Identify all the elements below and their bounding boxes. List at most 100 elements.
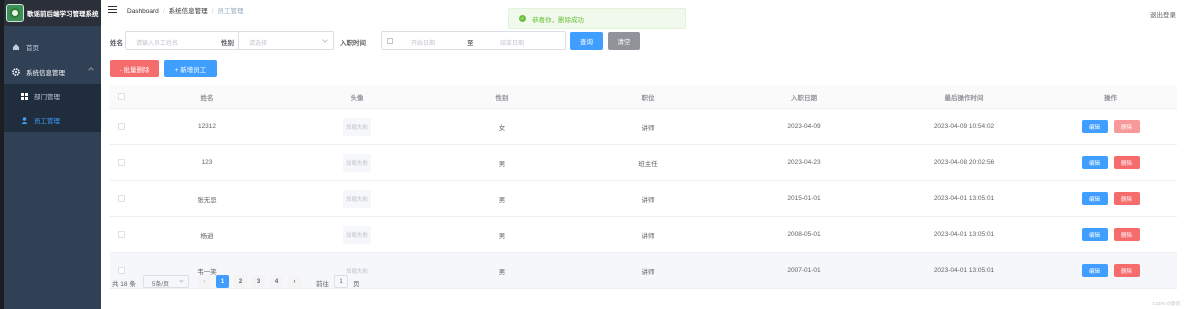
cell-entry-date: 2023-04-23 <box>787 159 821 166</box>
page-button-4[interactable]: 4 <box>270 275 283 288</box>
table-actions: - 批量删除 + 新增员工 <box>101 60 301 77</box>
gender-select[interactable]: 请选择 <box>238 31 334 50</box>
edit-button[interactable]: 编辑 <box>1081 120 1108 133</box>
logout-link[interactable]: 退出登录 <box>1150 9 1176 19</box>
sidebar-submenu: 部门管理 员工管理 <box>4 84 101 132</box>
calendar-icon <box>387 38 393 44</box>
cell-name: 12312 <box>197 123 217 130</box>
sidebar-item-department[interactable]: 部门管理 <box>4 84 101 108</box>
row-checkbox[interactable] <box>117 195 125 202</box>
page-button-2[interactable]: 2 <box>234 275 247 288</box>
row-checkbox[interactable] <box>117 231 125 238</box>
pagination-total: 共 18 条 <box>112 281 136 288</box>
row-checkbox[interactable] <box>117 159 125 166</box>
row-select-cell <box>110 195 132 202</box>
column-header-operations: 操作 <box>1104 94 1117 102</box>
hamburger-icon[interactable] <box>108 6 117 13</box>
page-size-select[interactable]: 5条/页 <box>143 275 189 288</box>
edit-button[interactable]: 编辑 <box>1081 156 1108 169</box>
batch-delete-button[interactable]: - 批量删除 <box>110 60 159 77</box>
gender-select-placeholder: 请选择 <box>249 41 268 47</box>
cell-entry-date: 2007-01-01 <box>787 267 821 274</box>
delete-button[interactable]: 删除 <box>1113 120 1140 133</box>
cell-entry-date: 2023-04-09 <box>787 123 821 130</box>
cell-avatar: 加载失败 <box>282 153 432 172</box>
sidebar-item-system-info[interactable]: 系统信息管理 <box>4 59 101 84</box>
end-date-input[interactable]: 结束日期 <box>500 38 524 47</box>
avatar: 加载失败 <box>343 189 371 208</box>
sidebar-item-label: 员工管理 <box>34 118 60 125</box>
row-checkbox[interactable] <box>117 123 125 130</box>
sidebar: 歌谣前后端学习管理系统 首页 系统信息管理 部门管理 员工管理 <box>4 0 101 309</box>
page-button-3[interactable]: 3 <box>252 275 265 288</box>
avatar: 加载失败 <box>343 117 371 136</box>
avatar: 加载失败 <box>343 225 371 244</box>
cell-gender: 男 <box>498 196 506 204</box>
date-range-picker[interactable]: 开始日期 至 结束日期 <box>381 31 566 50</box>
breadcrumb-employee: 员工管理 <box>217 8 244 15</box>
select-all-checkbox[interactable] <box>117 93 125 100</box>
cell-operations: 编辑 删除 <box>1044 264 1177 277</box>
cell-name: 123 <box>201 159 213 166</box>
delete-button[interactable]: 删除 <box>1113 264 1140 277</box>
delete-button[interactable]: 删除 <box>1113 192 1140 205</box>
cell-operations: 编辑 删除 <box>1044 120 1177 133</box>
entry-date-label: 入职时间 <box>340 40 366 47</box>
goto-label: 前往 <box>316 281 329 288</box>
table-row: 杨逍 加载失败 男 讲师 2008-05-01 2023-04-01 13:05… <box>110 217 1177 253</box>
add-employee-button[interactable]: + 新增员工 <box>164 60 217 77</box>
column-header-avatar: 头像 <box>350 94 364 102</box>
goto-page-suffix: 页 <box>353 281 360 288</box>
cell-position: 讲师 <box>641 232 655 240</box>
column-header-entry-date: 入职日期 <box>791 94 817 102</box>
goto-page-input[interactable]: 1 <box>334 275 348 288</box>
cell-gender: 男 <box>498 160 506 168</box>
row-select-cell <box>110 231 132 238</box>
edit-button[interactable]: 编辑 <box>1081 192 1108 205</box>
cell-position: 班主任 <box>638 160 658 168</box>
grid-icon <box>21 92 28 100</box>
cell-gender: 女 <box>498 124 506 132</box>
column-header-updated: 最后操作时间 <box>944 94 984 102</box>
prev-page-button[interactable]: ‹ <box>198 275 211 288</box>
cell-entry-date: 2008-05-01 <box>787 231 821 238</box>
app-title: 歌谣前后端学习管理系统 <box>27 11 99 18</box>
delete-button[interactable]: 删除 <box>1113 156 1140 169</box>
cell-position: 讲师 <box>641 124 655 132</box>
page-size-value: 5条/页 <box>152 282 170 288</box>
start-date-input[interactable]: 开始日期 <box>411 38 435 47</box>
cell-avatar: 加载失败 <box>282 189 432 208</box>
clear-button[interactable]: 清空 <box>608 32 640 50</box>
cell-gender: 男 <box>498 268 506 276</box>
breadcrumb-dashboard[interactable]: Dashboard <box>127 8 159 15</box>
app-logo <box>6 4 24 22</box>
sidebar-item-label: 系统信息管理 <box>26 69 65 77</box>
cell-position: 讲师 <box>641 196 655 204</box>
edit-button[interactable]: 编辑 <box>1081 264 1108 277</box>
cell-entry-date: 2015-01-01 <box>787 195 821 202</box>
cell-avatar: 加载失败 <box>282 225 432 244</box>
check-circle-icon: ✓ <box>519 15 526 22</box>
table-row: 123 加载失败 男 班主任 2023-04-23 2023-04-08 20:… <box>110 145 1177 181</box>
select-all-cell <box>110 93 132 100</box>
user-icon <box>21 116 28 124</box>
row-checkbox[interactable] <box>117 267 125 274</box>
page-button-1[interactable]: 1 <box>216 275 229 288</box>
sidebar-item-label: 首页 <box>26 44 39 52</box>
row-select-cell <box>110 267 132 274</box>
cell-updated: 2023-04-01 13:05:01 <box>933 231 995 238</box>
sidebar-item-employee[interactable]: 员工管理 <box>4 108 101 132</box>
column-header-position: 职位 <box>641 94 655 102</box>
cell-operations: 编辑 删除 <box>1044 156 1177 169</box>
query-button[interactable]: 查询 <box>570 32 603 50</box>
delete-button[interactable]: 删除 <box>1113 228 1140 241</box>
row-select-cell <box>110 159 132 166</box>
edit-button[interactable]: 编辑 <box>1081 228 1108 241</box>
table-row: 张无忌 加载失败 男 讲师 2015-01-01 2023-04-01 13:0… <box>110 181 1177 217</box>
sidebar-item-home[interactable]: 首页 <box>4 34 101 59</box>
employee-table: 姓名 头像 性别 职位 入职日期 最后操作时间 操作 12312 加载失败 女 … <box>110 85 1177 289</box>
home-icon <box>12 43 20 51</box>
next-page-button[interactable]: › <box>288 275 301 288</box>
pagination: 共 18 条 5条/页 ‹ 1 2 3 4 › 前往 1 页 <box>112 275 512 289</box>
chevron-up-icon <box>88 67 94 73</box>
